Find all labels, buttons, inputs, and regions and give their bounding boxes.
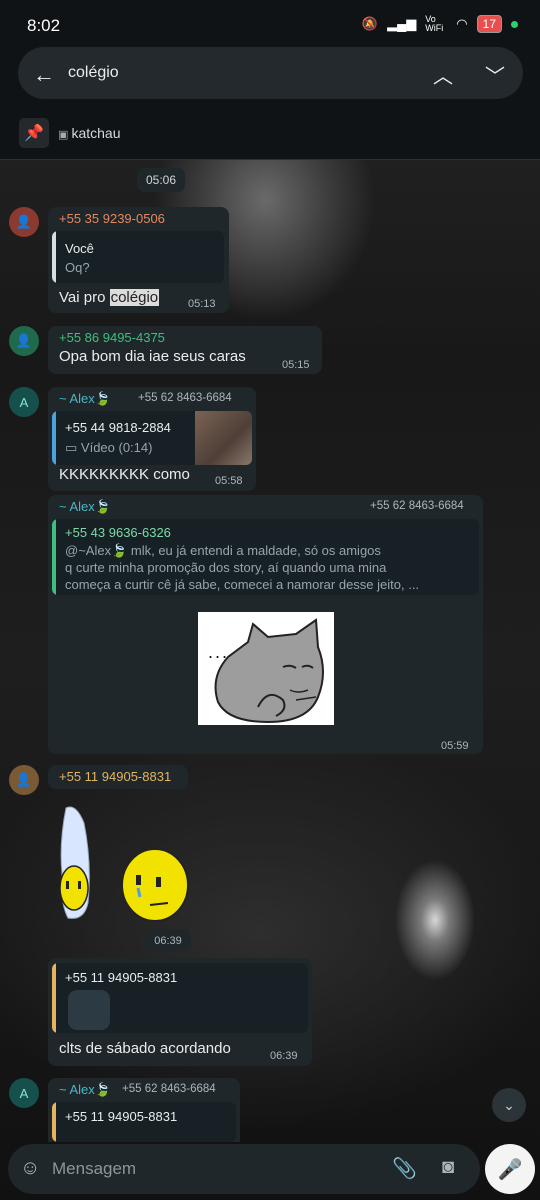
emoji-sticker[interactable] xyxy=(120,845,190,923)
avatar[interactable]: A xyxy=(9,387,39,417)
pinned-label: katchau xyxy=(71,125,121,141)
battery-indicator: 17 xyxy=(476,15,502,33)
reply-quote[interactable]: +55 43 9636-6326 @~Alex🍃 mlk, eu já ente… xyxy=(52,519,479,595)
quote-title: +55 11 94905-8831 xyxy=(65,1109,178,1124)
avatar[interactable]: 👤 xyxy=(9,765,39,795)
reply-quote[interactable]: +55 11 94905-8831 xyxy=(52,963,308,1033)
sender-phone[interactable]: +55 11 94905-8831 xyxy=(59,769,171,784)
mute-icon: 🔕 xyxy=(361,16,379,31)
message-bubble[interactable]: ~ Alex🍃 +55 62 8463-6684 +55 43 9636-632… xyxy=(48,495,483,754)
message-bubble[interactable]: ~ Alex🍃 +55 62 8463-6684 +55 44 9818-288… xyxy=(48,387,256,491)
time-chip: 06:39 xyxy=(145,929,191,951)
message-bubble[interactable]: +55 35 9239-0506 Você Oq? Vai pro colégi… xyxy=(48,207,229,313)
reply-quote[interactable]: +55 44 9818-2884 ▭ Vídeo (0:14) xyxy=(52,411,252,465)
reply-quote[interactable]: +55 11 94905-8831 xyxy=(52,1102,236,1142)
sad-face-sticker xyxy=(121,848,189,922)
status-time: 8:02 xyxy=(27,16,61,35)
cat-sticker[interactable]: ... xyxy=(198,612,334,725)
image-icon: ▣ xyxy=(58,129,72,141)
melting-face-sticker xyxy=(59,806,90,919)
pinned-message[interactable]: ▣ katchau xyxy=(58,125,121,141)
microphone-icon[interactable]: 🎤 xyxy=(485,1144,535,1194)
quote-line: q curte minha promoção dos story, aí qua… xyxy=(65,560,387,575)
message-time: 05:13 xyxy=(188,298,216,310)
arrow-left-icon[interactable]: ← xyxy=(33,62,55,88)
search-input[interactable]: colégio xyxy=(68,64,119,82)
sender-name[interactable]: ~ Alex🍃 xyxy=(59,1082,111,1098)
cat-sticker-image xyxy=(214,618,324,724)
avatar[interactable]: 👤 xyxy=(9,207,39,237)
quote-subtitle: ▭ Vídeo (0:14) xyxy=(65,440,153,455)
message-text: Vai pro colégio xyxy=(59,289,160,306)
quote-text: Oq? xyxy=(65,260,90,275)
message-bubble[interactable]: +55 11 94905-8831 clts de sábado acordan… xyxy=(48,958,312,1066)
chevron-up-icon[interactable]: ︿ xyxy=(433,60,453,89)
divider xyxy=(0,159,540,160)
sticker-thumbnail xyxy=(68,990,110,1030)
sticker-dots: ... xyxy=(208,642,230,662)
sender-phone: +55 62 8463-6684 xyxy=(370,500,464,512)
sender-chip[interactable]: +55 11 94905-8831 xyxy=(48,765,188,789)
avatar[interactable]: A xyxy=(9,1078,39,1108)
signal-icon: ▂▄▆ xyxy=(387,16,417,31)
search-highlight: colégio xyxy=(109,289,160,306)
network-label: Vo WiFi xyxy=(425,14,444,33)
avatar[interactable]: 👤 xyxy=(9,326,39,356)
privacy-dot xyxy=(511,20,518,28)
message-time: 05:58 xyxy=(215,475,243,487)
camera-icon[interactable]: ◙ xyxy=(442,1156,454,1179)
message-text: Opa bom dia iae seus caras xyxy=(59,348,246,365)
message-text: clts de sábado acordando xyxy=(59,1040,231,1057)
status-icons: 🔕 ▂▄▆ Vo WiFi ◠ 17 xyxy=(362,15,518,33)
chevron-down-icon[interactable]: ﹀ xyxy=(485,60,505,89)
video-thumbnail xyxy=(195,411,252,465)
sender-phone[interactable]: +55 86 9495-4375 xyxy=(59,330,165,345)
message-time: 06:39 xyxy=(154,935,182,947)
message-time: 05:59 xyxy=(441,740,469,752)
sender-name[interactable]: ~ Alex🍃 xyxy=(59,499,111,515)
message-composer[interactable]: ☺ Mensagem 📎 ◙ xyxy=(8,1144,480,1194)
quote-line: começa a curtir cê já sabe, comecei a na… xyxy=(65,577,420,592)
paperclip-icon[interactable]: 📎 xyxy=(392,1156,417,1181)
message-bubble[interactable]: +55 86 9495-4375 Opa bom dia iae seus ca… xyxy=(48,326,322,374)
sender-name[interactable]: ~ Alex🍃 xyxy=(59,391,111,407)
quote-title: +55 11 94905-8831 xyxy=(65,970,178,985)
video-icon: ▭ xyxy=(65,440,81,455)
sender-phone[interactable]: +55 35 9239-0506 xyxy=(59,211,165,226)
scroll-down-button[interactable]: ⌄ xyxy=(492,1088,526,1122)
quote-title: +55 44 9818-2884 xyxy=(65,420,171,435)
message-time: 06:39 xyxy=(270,1050,298,1062)
message-time: 05:15 xyxy=(282,359,310,371)
date-chip: 05:06 xyxy=(137,168,185,192)
quote-line: @~Alex🍃 mlk, eu já entendi a maldade, só… xyxy=(65,543,381,558)
message-input[interactable]: Mensagem xyxy=(52,1159,136,1179)
quote-title: +55 43 9636-6326 xyxy=(65,525,171,540)
double-chevron-down-icon: ⌄ xyxy=(503,1096,515,1113)
emoji-sticker[interactable] xyxy=(54,803,94,923)
quote-title: Você xyxy=(65,241,94,256)
reply-quote[interactable]: Você Oq? xyxy=(52,231,224,283)
sender-phone: +55 62 8463-6684 xyxy=(122,1083,216,1095)
message-text: KKKKKKKKK como xyxy=(59,466,190,483)
message-bubble[interactable]: ~ Alex🍃 +55 62 8463-6684 +55 11 94905-88… xyxy=(48,1078,240,1142)
emoji-icon[interactable]: ☺ xyxy=(20,1157,40,1180)
wifi-icon: ◠ xyxy=(456,16,468,31)
pin-icon[interactable]: 📌 xyxy=(19,118,49,148)
sender-phone: +55 62 8463-6684 xyxy=(138,392,232,404)
